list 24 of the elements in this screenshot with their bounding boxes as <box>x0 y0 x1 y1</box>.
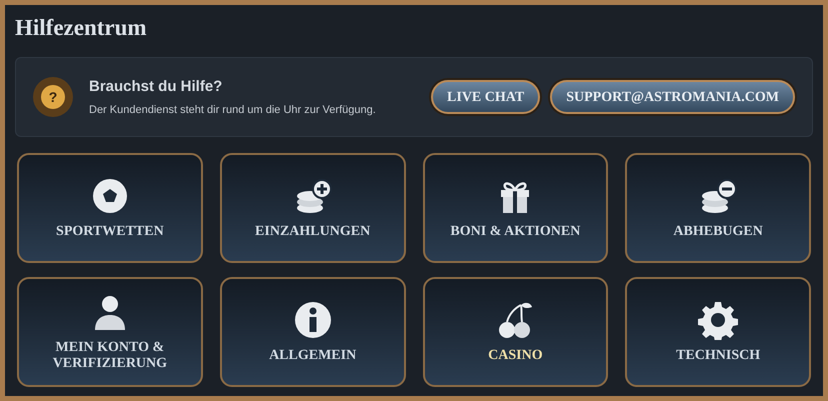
contact-button[interactable]: LIVE CHAT <box>431 80 540 114</box>
category-tile[interactable]: EINZAHLUNGEN <box>220 153 406 263</box>
help-heading: Brauchst du Hilfe? <box>89 77 222 97</box>
category-tile[interactable]: ABHEBUGEN <box>625 153 811 263</box>
page-title: Hilfezentrum <box>15 14 147 42</box>
category-label: BONI & AKTIONEN <box>450 224 580 240</box>
info-icon <box>292 300 333 340</box>
category-label: EINZAHLUNGEN <box>254 224 372 240</box>
category-tile[interactable]: ALLGEMEIN <box>220 277 406 387</box>
category-tile[interactable]: SPORTWETTEN <box>17 153 203 263</box>
category-tile[interactable]: BONI & AKTIONEN <box>422 153 608 263</box>
category-label: ALLGEMEIN <box>268 348 358 364</box>
help-text: Der Kundendienst steht dir rund um die Uhr zur Verfügung. <box>89 102 376 118</box>
contact-button[interactable]: SUPPORT@ASTROMANIA.COM <box>550 80 795 114</box>
category-tile[interactable]: CASINO <box>422 277 608 387</box>
category-label: MEIN KONTO & VERIFIZIERUNG <box>52 340 168 372</box>
category-label: SPORTWETTEN <box>55 224 165 240</box>
category-label: CASINO <box>487 348 544 364</box>
category-tile[interactable]: MEIN KONTO & VERIFIZIERUNG <box>17 277 203 387</box>
category-tile[interactable]: TECHNISCH <box>625 277 811 387</box>
gear-icon <box>698 300 738 340</box>
category-label: ABHEBUGEN <box>672 224 764 240</box>
question-icon: ? <box>33 77 73 117</box>
category-label: TECHNISCH <box>675 348 762 364</box>
